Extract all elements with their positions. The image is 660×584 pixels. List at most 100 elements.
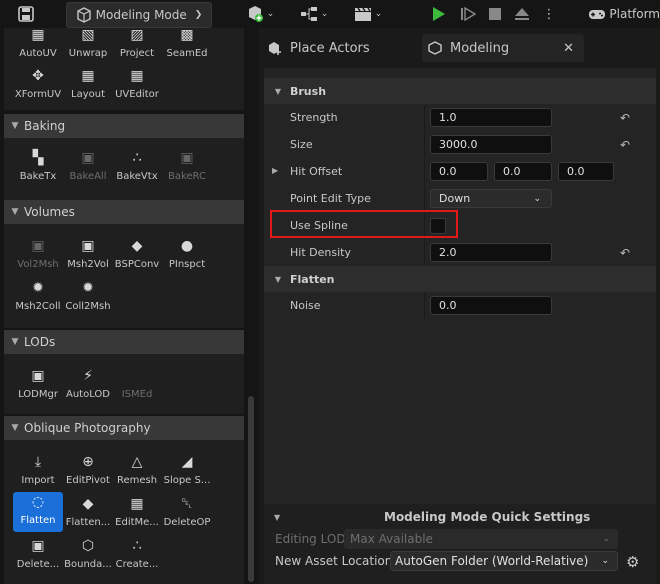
tool-autolod[interactable]: ⚡ AutoLOD — [63, 366, 113, 410]
section-lods-header[interactable]: ▼ LODs — [4, 330, 244, 354]
tool-label: Flatten — [20, 515, 56, 526]
create-icon: ∴ — [132, 538, 142, 554]
settings-gear-icon[interactable]: ⚙ — [626, 553, 639, 571]
chevron-down-icon: ⌄ — [533, 193, 541, 204]
tool-label: BakeRC — [167, 171, 206, 182]
noise-field[interactable]: 0.0 — [430, 296, 552, 315]
tool-seamed[interactable]: ▩ SeamEd — [162, 25, 212, 69]
size-field[interactable]: 3000.0 — [430, 135, 552, 154]
hit-offset-x-field[interactable]: 0.0 — [430, 162, 488, 181]
tool-flatten-more[interactable]: ◆ Flatten... — [63, 494, 113, 538]
tool-autouv[interactable]: ▦ AutoUV — [13, 25, 63, 69]
blueprint-icon — [300, 7, 317, 21]
hit-density-field[interactable]: 2.0 — [430, 243, 552, 262]
tool-slope[interactable]: ◢ Slope S... — [162, 452, 212, 496]
section-oblique-header[interactable]: ▼ Oblique Photography — [4, 416, 244, 440]
tool-label: Flatten... — [65, 517, 111, 528]
tab-modeling[interactable]: Modeling ✕ — [422, 34, 584, 62]
project-icon: ▨ — [130, 27, 144, 43]
reset-to-default-icon[interactable]: ↶ — [620, 138, 630, 152]
gamepad-icon — [589, 10, 605, 19]
tool-delete[interactable]: ▣ Delete... — [13, 536, 63, 580]
xformuv-icon: ✥ — [32, 68, 44, 84]
tool-bspconv[interactable]: ◆ BSPConv — [112, 236, 162, 280]
vol2msh-icon: ▣ — [31, 238, 45, 254]
tool-label: Layout — [71, 89, 105, 100]
play-button[interactable] — [426, 2, 450, 26]
pinspct-icon: ● — [180, 238, 194, 254]
save-button[interactable] — [12, 2, 40, 26]
flatten-icon: ◌ — [31, 494, 45, 510]
msh2vol-icon: ▣ — [81, 238, 95, 254]
close-tab-icon[interactable]: ✕ — [563, 41, 574, 56]
reset-to-default-icon[interactable]: ↶ — [620, 111, 630, 125]
chevron-down-icon: ▼ — [11, 121, 19, 131]
property-label: Hit Density — [290, 246, 351, 259]
tool-label: XFormUV — [14, 89, 62, 100]
tool-editmesh[interactable]: ▦ EditMe... — [112, 494, 162, 538]
property-row-size: Size 3000.0 ↶ — [264, 132, 656, 158]
tool-project[interactable]: ▨ Project — [112, 25, 162, 69]
editing-lod-label: Editing LOD — [275, 532, 346, 546]
tool-create[interactable]: ∴ Create... — [112, 536, 162, 580]
more-options-icon: ⋮ — [542, 6, 556, 22]
strength-field[interactable]: 1.0 — [430, 108, 552, 127]
hit-offset-z-field[interactable]: 0.0 — [558, 162, 614, 181]
stop-button[interactable] — [484, 2, 506, 26]
add-content-button[interactable]: ⌄ — [240, 2, 280, 26]
tool-ismed: ISMEd — [112, 366, 162, 410]
tool-msh2vol[interactable]: ▣ Msh2Vol — [63, 236, 113, 280]
chevron-down-icon: ❯ — [194, 10, 203, 20]
tool-bakeall: ▣ BakeAll — [63, 148, 113, 192]
quick-settings-title: Modeling Mode Quick Settings — [384, 510, 591, 524]
tool-remesh[interactable]: △ Remesh — [112, 452, 162, 496]
platforms-button[interactable]: Platform — [588, 2, 660, 26]
category-title: Brush — [290, 84, 327, 98]
tool-label: Unwrap — [68, 48, 108, 59]
slope-icon: ◢ — [181, 454, 193, 470]
eject-button[interactable] — [510, 2, 534, 26]
tool-unwrap[interactable]: ▧ Unwrap — [63, 25, 113, 69]
quick-settings-header[interactable]: ▼ Modeling Mode Quick Settings — [264, 508, 656, 526]
hit-offset-y-field[interactable]: 0.0 — [494, 162, 552, 181]
tool-editpivot[interactable]: ⊕ EditPivot — [63, 452, 113, 496]
category-brush[interactable]: ▼ Brush — [264, 78, 656, 104]
section-baking-header[interactable]: ▼ Baking — [4, 114, 244, 138]
tool-msh2coll[interactable]: ✹ Msh2Coll — [13, 278, 63, 322]
tool-import[interactable]: ⤓ Import — [13, 452, 63, 496]
tool-pinspct[interactable]: ● PInspct — [162, 236, 212, 280]
section-volumes-header[interactable]: ▼ Volumes — [4, 200, 244, 224]
new-asset-location-label: New Asset Location — [275, 554, 393, 568]
play-icon — [433, 7, 445, 21]
tool-layout[interactable]: ▦ Layout — [63, 66, 113, 110]
bakerc-icon: ▣ — [180, 150, 194, 166]
tool-flatten[interactable]: ◌ Flatten — [13, 492, 63, 532]
tool-bakevtx[interactable]: ∴ BakeVtx — [112, 148, 162, 192]
cinematics-button[interactable]: ⌄ — [348, 2, 388, 26]
tool-label: LODMgr — [18, 389, 58, 400]
reset-to-default-icon[interactable]: ↶ — [620, 246, 630, 260]
tool-lodmgr[interactable]: ▣ LODMgr — [13, 366, 63, 410]
tool-label: Delete... — [16, 559, 60, 570]
chevron-right-icon[interactable]: ▶ — [272, 166, 278, 175]
step-button[interactable] — [456, 2, 480, 26]
tab-place-actors[interactable]: Place Actors — [264, 34, 418, 62]
tool-coll2msh[interactable]: ✹ Coll2Msh — [63, 278, 113, 322]
use-spline-highlight — [270, 210, 458, 238]
bspconv-icon: ◆ — [131, 238, 143, 254]
new-asset-location-dropdown[interactable]: AutoGen Folder (World-Relative) ⌄ — [390, 551, 618, 571]
tool-xformuv[interactable]: ✥ XFormUV — [13, 66, 63, 110]
play-options-button[interactable]: ⋮ — [538, 2, 560, 26]
category-flatten[interactable]: ▼ Flatten — [264, 266, 656, 292]
tool-deleteop[interactable]: ␡ DeleteOP — [162, 494, 212, 538]
point-edit-type-dropdown[interactable]: Down ⌄ — [430, 189, 552, 208]
tool-baketx[interactable]: ▚ BakeTx — [13, 148, 63, 192]
blueprint-button[interactable]: ⌄ — [296, 2, 332, 26]
tool-label: BakeTx — [19, 171, 57, 182]
property-row-hit-density: Hit Density 2.0 ↶ — [264, 240, 656, 266]
tool-boundary[interactable]: ⬡ Bounda... — [63, 536, 113, 580]
tool-uveditor[interactable]: ▦ UVEditor — [112, 66, 162, 110]
property-label: Strength — [290, 111, 338, 124]
palette-scrollbar[interactable] — [248, 396, 254, 582]
tool-label: AutoLOD — [65, 389, 110, 400]
